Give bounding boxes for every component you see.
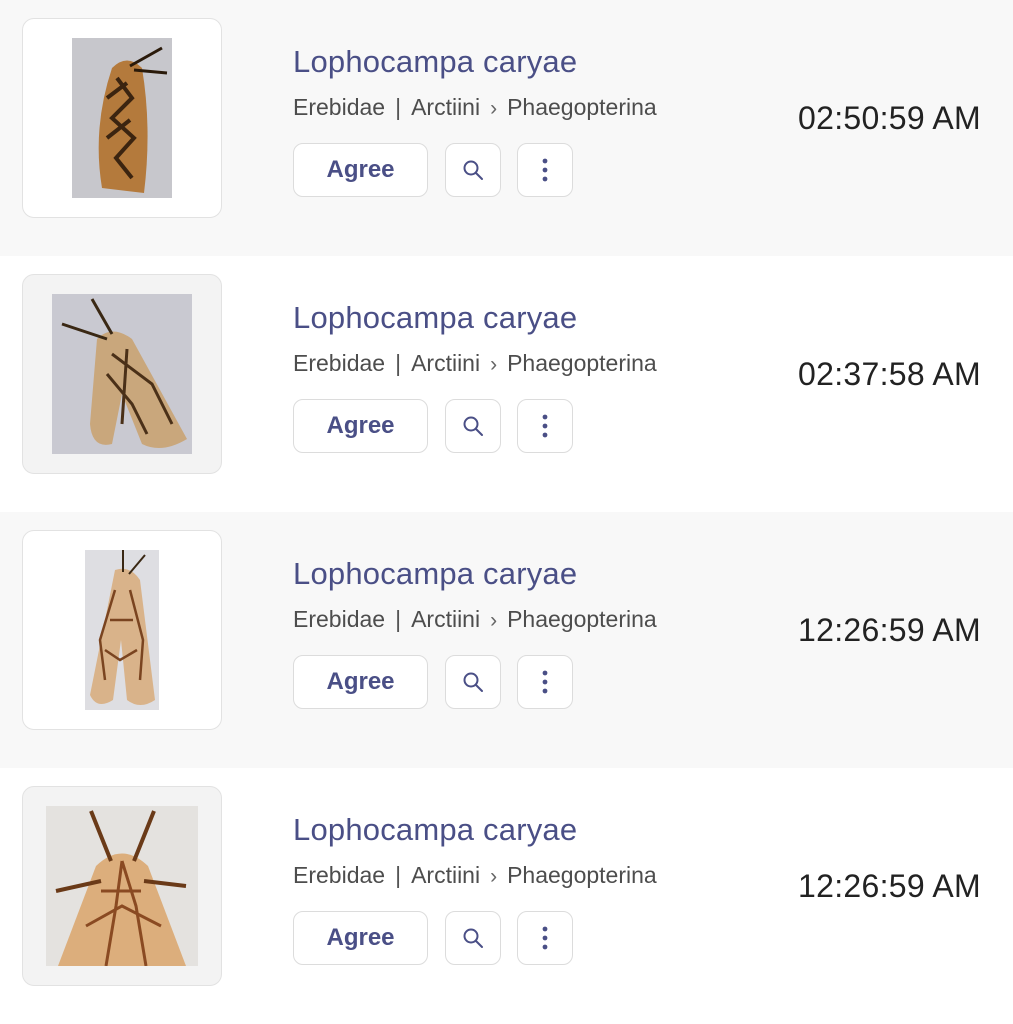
chevron-right-icon: › [490,97,498,120]
agree-button[interactable]: Agree [293,399,428,453]
agree-button[interactable]: Agree [293,911,428,965]
timestamp: 12:26:59 AM [798,612,981,648]
tribe-label: Arctiini [411,94,481,120]
species-name[interactable]: Lophocampa caryae [293,300,577,336]
more-options-button[interactable] [517,399,573,453]
separator: | [395,862,402,888]
separator: | [395,350,402,376]
search-button[interactable] [445,143,501,197]
thumbnail[interactable] [22,786,222,986]
family-label: Erebidae [293,94,386,120]
subtribe-label: Phaegopterina [507,350,657,376]
list-item: Lophocampa caryae Erebidae | Arctiini › Phae… [0,512,1013,768]
subtribe-label: Phaegopterina [507,94,657,120]
moth-photo-icon [85,550,159,710]
more-options-button[interactable] [517,655,573,709]
tribe-label: Arctiini [411,350,481,376]
list-item: Lophocampa caryae Erebidae | Arctiini › Phae… [0,0,1013,256]
species-name[interactable]: Lophocampa caryae [293,44,577,80]
list-item: Lophocampa caryae Erebidae | Arctiini › Phae… [0,256,1013,512]
timestamp: 02:50:59 AM [798,100,981,136]
thumbnail[interactable] [22,530,222,730]
vertical-dots-icon [542,926,548,950]
moth-photo-icon [46,806,198,966]
moth-photo-icon [52,294,192,454]
separator: | [395,606,402,632]
search-icon [463,672,483,692]
more-options-button[interactable] [517,143,573,197]
identification-list: Lophocampa caryae Erebidae | Arctiini › Phae… [0,0,1013,1024]
vertical-dots-icon [542,414,548,438]
list-item: Lophocampa caryae Erebidae | Arctiini › Phae… [0,768,1013,1024]
agree-button[interactable]: Agree [293,655,428,709]
vertical-dots-icon [542,158,548,182]
thumbnail[interactable] [22,274,222,474]
chevron-right-icon: › [490,353,498,376]
subtribe-label: Phaegopterina [507,606,657,632]
moth-photo-icon [72,38,172,198]
species-name[interactable]: Lophocampa caryae [293,556,577,592]
thumbnail[interactable] [22,18,222,218]
tribe-label: Arctiini [411,606,481,632]
search-button[interactable] [445,655,501,709]
timestamp: 02:37:58 AM [798,356,981,392]
separator: | [395,94,402,120]
taxonomy-path: Erebidae | Arctiini › Phaegopterina [293,606,657,633]
vertical-dots-icon [542,670,548,694]
search-icon [463,416,483,436]
chevron-right-icon: › [490,865,498,888]
subtribe-label: Phaegopterina [507,862,657,888]
taxonomy-path: Erebidae | Arctiini › Phaegopterina [293,350,657,377]
taxonomy-path: Erebidae | Arctiini › Phaegopterina [293,862,657,889]
family-label: Erebidae [293,606,386,632]
timestamp: 12:26:59 AM [798,868,981,904]
chevron-right-icon: › [490,609,498,632]
species-name[interactable]: Lophocampa caryae [293,812,577,848]
tribe-label: Arctiini [411,862,481,888]
family-label: Erebidae [293,862,386,888]
search-icon [463,160,483,180]
search-button[interactable] [445,399,501,453]
agree-button[interactable]: Agree [293,143,428,197]
more-options-button[interactable] [517,911,573,965]
search-button[interactable] [445,911,501,965]
taxonomy-path: Erebidae | Arctiini › Phaegopterina [293,94,657,121]
family-label: Erebidae [293,350,386,376]
search-icon [463,928,483,948]
